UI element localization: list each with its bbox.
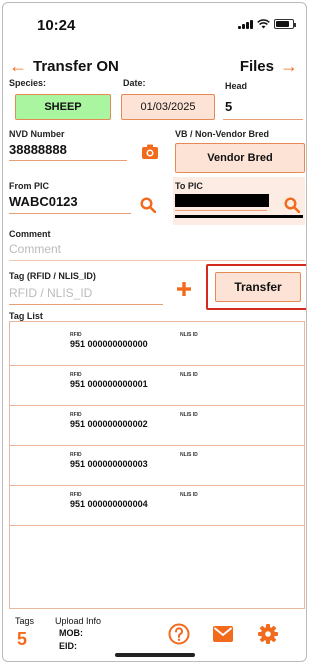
head-label: Head: [225, 81, 248, 91]
to-pic-label: To PIC: [175, 181, 203, 191]
from-pic-input[interactable]: WABC0123: [9, 194, 78, 209]
from-pic-label: From PIC: [9, 181, 50, 191]
nvd-label: NVD Number: [9, 129, 65, 139]
head-input[interactable]: 5: [225, 99, 232, 114]
date-label: Date:: [123, 78, 146, 88]
status-icons: [238, 19, 296, 29]
signal-icon: [238, 20, 253, 29]
status-time: 10:24: [37, 17, 76, 34]
files-button[interactable]: Files →: [240, 57, 298, 75]
rfid-label: RFID: [70, 412, 82, 418]
date-picker[interactable]: 01/03/2025: [121, 94, 215, 120]
species-label: Species:: [9, 78, 47, 88]
to-pic-underline: [175, 210, 267, 211]
upload-info-label: Upload Info: [55, 616, 102, 626]
add-icon[interactable]: [176, 281, 192, 297]
comment-underline: [9, 260, 305, 261]
eid-label: EID:: [59, 641, 77, 651]
head-underline: [223, 119, 303, 120]
nvd-underline: [9, 160, 127, 161]
from-pic-underline: [9, 213, 131, 214]
rfid-value: 951 000000000001: [70, 379, 148, 389]
rfid-label: RFID: [70, 372, 82, 378]
rfid-value: 951 000000000000: [70, 339, 148, 349]
battery-icon: [274, 19, 296, 29]
species-select[interactable]: SHEEP: [15, 94, 111, 120]
tags-count: 5: [17, 629, 28, 649]
nlis-label: NLIS ID: [180, 332, 198, 338]
rfid-value: 951 000000000002: [70, 419, 148, 429]
wifi-icon: [257, 19, 270, 29]
comment-input[interactable]: Comment: [9, 242, 61, 256]
home-indicator: [115, 653, 195, 657]
tag-underline: [9, 304, 163, 305]
table-row[interactable]: RFID NLIS ID 951 000000000001: [10, 366, 304, 406]
mail-icon[interactable]: [213, 626, 233, 642]
mob-label: MOB:: [59, 628, 83, 638]
table-row[interactable]: RFID NLIS ID 951 000000000003: [10, 446, 304, 486]
vb-label: VB / Non-Vendor Bred: [175, 129, 270, 139]
help-icon[interactable]: [168, 623, 190, 645]
nlis-label: NLIS ID: [180, 412, 198, 418]
to-pic-redacted[interactable]: [175, 194, 269, 207]
tags-label: Tags: [15, 616, 35, 626]
rfid-label: RFID: [70, 492, 82, 498]
files-label: Files: [239, 57, 274, 75]
footer-bar: Tags 5 Upload Info MOB: EID:: [3, 613, 306, 661]
to-pic-redacted-bar: [175, 215, 303, 218]
table-row[interactable]: RFID NLIS ID 951 000000000004: [10, 486, 304, 526]
forward-arrow-icon: →: [280, 56, 298, 76]
tag-list[interactable]: RFID NLIS ID 951 000000000000 RFID NLIS …: [9, 321, 305, 609]
nav-bar: ← Transfer ON Files →: [3, 57, 306, 77]
nlis-label: NLIS ID: [180, 492, 198, 498]
transfer-button[interactable]: Transfer: [215, 272, 301, 302]
table-row[interactable]: RFID NLIS ID 951 000000000002: [10, 406, 304, 446]
table-row[interactable]: RFID NLIS ID 951 000000000000: [10, 326, 304, 366]
rfid-label: RFID: [70, 452, 82, 458]
tag-list-label: Tag List: [9, 311, 43, 321]
status-bar: 10:24: [3, 3, 306, 49]
rfid-value: 951 000000000003: [70, 459, 148, 469]
app-screen: 10:24 ← Transfer ON Files → Species: Dat…: [2, 2, 307, 662]
nvd-input[interactable]: 38888888: [9, 142, 67, 157]
rfid-label: RFID: [70, 332, 82, 338]
settings-gear-icon[interactable]: [257, 623, 279, 645]
to-pic-search-icon[interactable]: [284, 197, 300, 213]
nlis-label: NLIS ID: [180, 372, 198, 378]
back-button[interactable]: ← Transfer ON: [9, 57, 119, 75]
from-pic-search-icon[interactable]: [140, 197, 156, 213]
tag-label: Tag (RFID / NLIS_ID): [9, 271, 96, 281]
nlis-label: NLIS ID: [180, 452, 198, 458]
vb-select[interactable]: Vendor Bred: [175, 143, 305, 173]
page-title: Transfer ON: [33, 57, 119, 75]
camera-icon[interactable]: [141, 144, 159, 160]
back-arrow-icon: ←: [9, 56, 27, 76]
rfid-value: 951 000000000004: [70, 499, 148, 509]
tag-input[interactable]: RFID / NLIS_ID: [9, 286, 92, 300]
comment-label: Comment: [9, 229, 51, 239]
